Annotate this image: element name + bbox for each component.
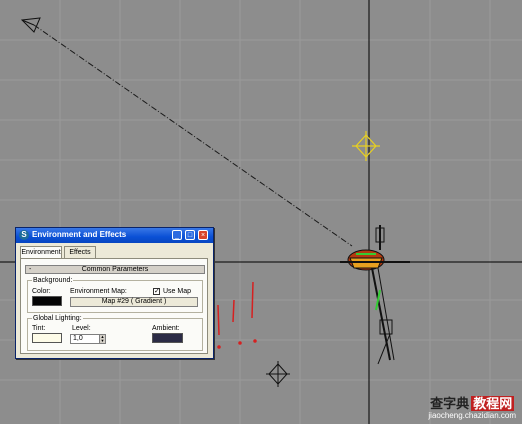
tint-color-swatch[interactable] [32, 333, 62, 343]
background-color-swatch[interactable] [32, 296, 62, 306]
tab-effects[interactable]: Effects [64, 246, 96, 258]
light-direction-line [33, 24, 353, 247]
level-value: 1,0 [73, 335, 83, 342]
app-icon: S [19, 230, 29, 240]
3d-viewport[interactable] [0, 0, 522, 424]
rollout-label: Common Parameters [81, 266, 149, 273]
use-map-checkbox[interactable]: ✓ [153, 288, 160, 295]
red-annotation-strokes [217, 281, 257, 349]
common-parameters-rollout[interactable]: - Common Parameters [25, 265, 205, 274]
ambient-label: Ambient: [152, 325, 180, 332]
environment-map-button[interactable]: Map #29 ( Gradient ) [70, 297, 198, 307]
minimize-button[interactable]: _ [172, 230, 182, 240]
level-spinner[interactable]: 1,0 ▲ ▼ [70, 334, 106, 344]
directional-light-icon [20, 17, 41, 33]
grid-lines [0, 0, 522, 424]
watermark: 查字典 教程网 jiaocheng.chazidian.com [428, 396, 516, 421]
environment-map-label: Environment Map: [70, 288, 127, 295]
tint-label: Tint: [32, 325, 46, 332]
use-map-label: Use Map [163, 288, 192, 295]
close-button[interactable]: × [198, 230, 208, 240]
light-helper-icon [266, 361, 290, 387]
global-lighting-group-title: Global Lighting: [32, 314, 83, 323]
dialog-title: Environment and Effects [32, 230, 127, 239]
color-label: Color: [32, 288, 51, 295]
background-group-title: Background: [32, 276, 74, 285]
maximize-button[interactable]: □ [185, 230, 195, 240]
dialog-titlebar[interactable]: S Environment and Effects _ □ × [16, 228, 213, 243]
watermark-url: jiaocheng.chazidian.com [428, 411, 516, 420]
watermark-brand-right: 教程网 [471, 396, 515, 411]
environment-effects-dialog: S Environment and Effects _ □ × Environm… [15, 227, 214, 359]
omni-light-icon [352, 131, 380, 161]
watermark-brand-left: 查字典 [430, 396, 470, 411]
viewport-scene [0, 0, 522, 424]
ambient-color-swatch[interactable] [152, 333, 183, 343]
tab-environment[interactable]: Environment [20, 246, 62, 258]
ship-model [340, 225, 410, 365]
level-label: Level: [72, 325, 91, 332]
spinner-arrows-icon[interactable]: ▲ ▼ [99, 335, 105, 343]
